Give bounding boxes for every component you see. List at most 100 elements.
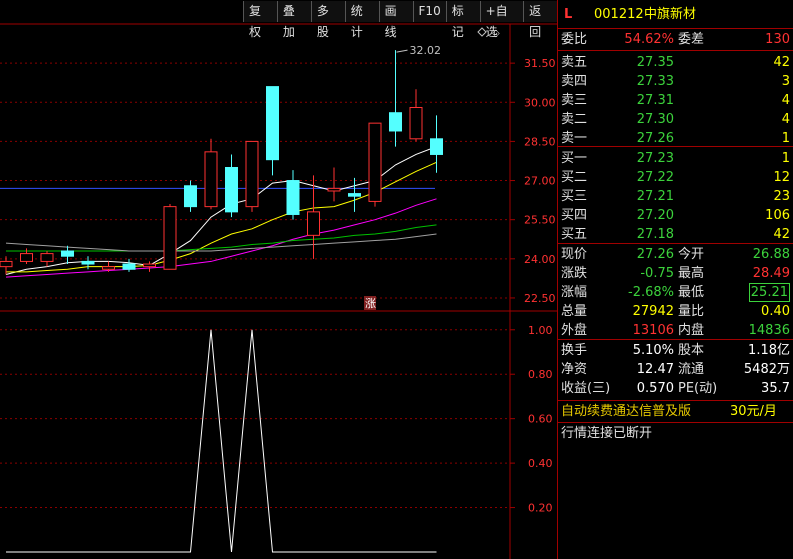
bid-label: 买三 bbox=[561, 189, 588, 204]
candle bbox=[307, 175, 320, 259]
toolbar-button[interactable]: 返回 bbox=[523, 1, 557, 39]
toolbar-button[interactable]: 多股 bbox=[310, 1, 345, 39]
candle bbox=[327, 167, 341, 202]
fund-label: 换手 bbox=[561, 343, 588, 358]
stat-value: 13106 bbox=[632, 323, 674, 338]
candle-body bbox=[368, 122, 382, 202]
ask-price: 27.31 bbox=[636, 93, 674, 108]
ask-price: 27.33 bbox=[636, 74, 674, 89]
bid-price: 27.22 bbox=[636, 170, 674, 185]
ask-price: 27.35 bbox=[636, 55, 674, 70]
promo-banner[interactable]: 自动续费通达信普及版 30元/月 bbox=[558, 401, 793, 422]
bid-label: 买五 bbox=[561, 227, 588, 242]
candle-body bbox=[204, 151, 218, 208]
candle bbox=[409, 89, 423, 142]
kline-chart[interactable]: 31.50 30.00 28.50 27.00 25.50 24.00 22.50 32.02… bbox=[0, 0, 557, 559]
ask-price: 27.30 bbox=[636, 112, 674, 127]
stat-value: 25.21 bbox=[748, 283, 790, 302]
indicator-tick-label: 1.00 bbox=[528, 324, 553, 337]
ask-row: 卖五 27.35 42 bbox=[558, 52, 793, 73]
toolbar-button[interactable]: 复权 bbox=[243, 1, 277, 39]
bid-row: 买四 27.20 106 bbox=[558, 205, 793, 226]
bid-row: 买一 27.23 1 bbox=[558, 148, 793, 169]
candle bbox=[348, 177, 361, 212]
ask-label: 卖五 bbox=[561, 55, 588, 70]
stat-row: 涨跌 -0.75 最高 28.49 bbox=[558, 263, 793, 284]
stat-value: 26.88 bbox=[752, 247, 790, 262]
ask-volume: 3 bbox=[781, 74, 790, 89]
fund-value: 1.18亿 bbox=[748, 343, 790, 358]
bid-label: 买四 bbox=[561, 208, 588, 223]
candle-body bbox=[430, 138, 443, 155]
fund-value: 5482万 bbox=[743, 362, 790, 377]
diff-label: 委差 bbox=[678, 32, 705, 47]
limit-up-label: 涨 bbox=[365, 297, 376, 310]
stat-label: 现价 bbox=[561, 247, 588, 262]
toolbar-button[interactable]: +自选 bbox=[479, 1, 524, 39]
toolbar-button[interactable]: 画线 bbox=[378, 1, 413, 39]
stat-value: 28.49 bbox=[752, 266, 790, 281]
ask-label: 卖二 bbox=[561, 112, 588, 127]
price-tick-label: 25.50 bbox=[524, 214, 556, 227]
candle-body bbox=[163, 206, 177, 270]
stock-name: 中旗新材 bbox=[644, 7, 697, 22]
candle bbox=[389, 50, 402, 147]
market-marker: L bbox=[564, 7, 573, 22]
diff-value: 130 bbox=[765, 32, 790, 47]
ma-line bbox=[5, 233, 437, 252]
bid-price: 27.21 bbox=[636, 189, 674, 204]
stock-header: L 001212 中旗新材 bbox=[558, 4, 793, 25]
ask-volume: 4 bbox=[781, 112, 790, 127]
toolbar-button[interactable]: F10 bbox=[412, 1, 446, 22]
candle-body bbox=[225, 167, 238, 213]
fund-value: 35.7 bbox=[761, 381, 790, 396]
stat-value: 0.40 bbox=[761, 304, 790, 319]
price-tick-label: 22.50 bbox=[524, 292, 556, 305]
status-text: 行情连接已断开 bbox=[561, 426, 653, 441]
candle-body bbox=[286, 180, 300, 215]
candle-body bbox=[245, 140, 259, 208]
candle-body bbox=[122, 263, 136, 270]
candle bbox=[40, 250, 54, 267]
bid-volume: 1 bbox=[781, 151, 790, 166]
bid-volume: 42 bbox=[773, 227, 790, 242]
bid-price: 27.23 bbox=[636, 151, 674, 166]
stat-label: 今开 bbox=[678, 247, 705, 262]
indicator-tick-label: 0.80 bbox=[528, 368, 553, 381]
diamond-marker bbox=[477, 27, 487, 37]
bid-price: 27.18 bbox=[636, 227, 674, 242]
indicator-tick-label: 0.20 bbox=[528, 502, 553, 515]
stat-label: 最高 bbox=[678, 266, 705, 281]
bid-volume: 12 bbox=[773, 170, 790, 185]
toolbar-button[interactable]: 叠加 bbox=[276, 1, 311, 39]
candle-body bbox=[327, 187, 341, 192]
quote-panel: L 001212 中旗新材 委比 54.62% 委差 130 卖五 27.35 42… bbox=[557, 0, 793, 559]
stat-row: 外盘 13106 内盘 14836 bbox=[558, 320, 793, 341]
toolbar-button[interactable]: 标记 bbox=[445, 1, 480, 39]
price-tick-label: 31.50 bbox=[524, 57, 556, 70]
candle-body bbox=[40, 253, 54, 262]
candle bbox=[163, 204, 177, 270]
chart-area[interactable]: 31.50 30.00 28.50 27.00 25.50 24.00 22.50 32.02… bbox=[0, 0, 557, 559]
ask-label: 卖四 bbox=[561, 74, 588, 89]
fundamental-row: 净资 12.47 流通 5482万 bbox=[558, 359, 793, 380]
bid-label: 买一 bbox=[561, 151, 588, 166]
candle-body bbox=[61, 250, 74, 257]
candle bbox=[245, 140, 259, 212]
candle-body bbox=[184, 185, 197, 208]
stat-label: 涨跌 bbox=[561, 266, 588, 281]
toolbar-button[interactable]: 统计 bbox=[344, 1, 379, 39]
promo-text[interactable]: 自动续费通达信普及版 bbox=[561, 401, 691, 422]
bid-volume: 23 bbox=[773, 189, 790, 204]
fund-value: 5.10% bbox=[632, 343, 674, 358]
candle-body bbox=[20, 253, 33, 262]
candle bbox=[266, 86, 279, 176]
fund-value: 12.47 bbox=[636, 362, 674, 377]
stat-value: 27.26 bbox=[636, 247, 674, 262]
promo-price[interactable]: 30元/月 bbox=[730, 401, 777, 422]
ask-row: 卖四 27.33 3 bbox=[558, 71, 793, 92]
indicator-tick-label: 0.60 bbox=[528, 413, 553, 426]
ask-volume: 42 bbox=[773, 55, 790, 70]
fund-label: 股本 bbox=[678, 343, 705, 358]
ask-row: 卖三 27.31 4 bbox=[558, 90, 793, 111]
